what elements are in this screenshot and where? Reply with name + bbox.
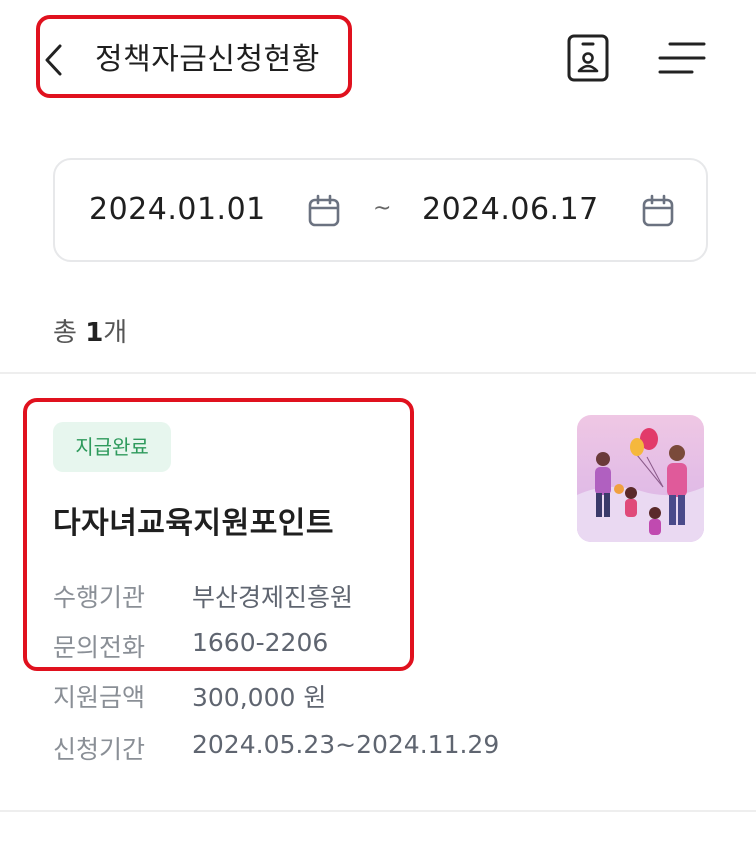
calendar-icon (642, 194, 674, 227)
info-label: 지원금액 (53, 683, 146, 712)
info-label: 신청기간 (53, 735, 146, 764)
id-card-button[interactable] (566, 33, 610, 83)
family-illustration-icon (577, 415, 704, 542)
info-value: 300,000 원 (192, 683, 327, 712)
total-number: 1 (85, 318, 104, 348)
end-date-field[interactable]: 2024.06.17 (422, 192, 599, 227)
total-count: 총 1개 (53, 312, 127, 349)
date-separator: ~ (373, 196, 392, 221)
end-date-calendar-button[interactable] (641, 194, 675, 228)
header: 정책자금신청현황 (0, 0, 756, 112)
item-thumbnail (577, 415, 704, 542)
title-highlight-box (36, 15, 352, 98)
total-unit: 개 (103, 318, 128, 348)
id-card-icon (567, 34, 609, 82)
list-divider-top (0, 372, 756, 374)
calendar-icon (308, 194, 340, 227)
menu-button[interactable] (656, 38, 708, 78)
start-date-calendar-button[interactable] (307, 194, 341, 228)
total-prefix: 총 (53, 318, 77, 348)
start-date-field[interactable]: 2024.01.01 (89, 192, 266, 227)
card-highlight-box (23, 398, 414, 671)
info-row-amount: 지원금액 300,000 원 (53, 678, 326, 714)
menu-icon (658, 42, 706, 74)
info-value: 2024.05.23~2024.11.29 (192, 730, 500, 759)
list-divider-bottom (0, 810, 756, 812)
date-range-filter: 2024.01.01 ~ 2024.06.17 (53, 158, 708, 262)
info-row-period: 신청기간 2024.05.23~2024.11.29 (53, 730, 499, 766)
